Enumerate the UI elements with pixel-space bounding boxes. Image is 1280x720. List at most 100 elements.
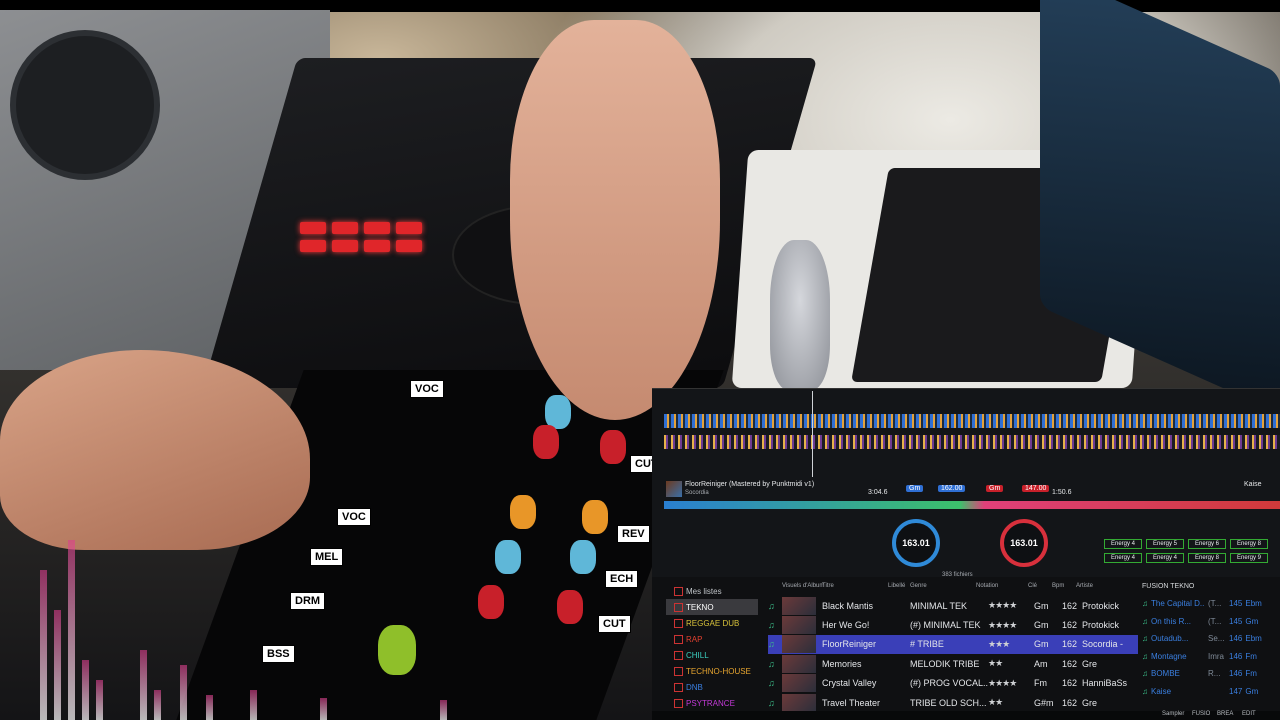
folder-item[interactable]: CHILL [666, 647, 758, 663]
track-artist: Socordia - [1082, 639, 1124, 650]
track-bpm: 162 [1062, 600, 1078, 611]
track-status-icon: ♫ [768, 600, 775, 611]
track-artist: Gre [1082, 658, 1098, 669]
track-row[interactable]: ♫ Travel Theater TRIBE OLD SCH... ★★ G#m 162 G… [768, 693, 1138, 712]
hotcue-button[interactable]: Energy 8 [1188, 553, 1226, 563]
track-genre: (#) MINIMAL TEK [910, 620, 981, 631]
col-bpm[interactable]: Bpm [1052, 583, 1064, 589]
side-track-row[interactable]: ♫ BOMBE R... 146 Fm [1142, 665, 1280, 683]
side-track-key: Fm [1245, 669, 1257, 679]
dj-software: FloorReiniger (Mastered by Punktmidi v1)… [652, 388, 1280, 720]
track-status-icon: ♫ [1142, 599, 1148, 609]
mixer-label-cut: CUT [598, 615, 631, 633]
folder-item[interactable]: RAP [666, 631, 758, 647]
track-row[interactable]: ♫ Crystal Valley (#) PROG VOCAL... ★★★★ Fm 16… [768, 674, 1138, 693]
track-bpm: 162 [1062, 678, 1078, 689]
folder-item[interactable]: TECHNO-HOUSE [666, 663, 758, 679]
hotcue-button[interactable]: Energy 8 [1230, 539, 1268, 549]
track-rating: ★★★ [988, 638, 1010, 649]
folder-icon [674, 618, 683, 628]
pad [396, 240, 422, 252]
tab-sampler[interactable]: Sampler [1162, 711, 1184, 717]
side-track-row[interactable]: ♫ On this R... (T... 145 Gm [1142, 613, 1280, 631]
folder-icon [674, 586, 683, 596]
track-title: Crystal Valley [822, 678, 877, 689]
side-track-row[interactable]: ♫ Montagne Imra 146 Fm [1142, 648, 1280, 666]
col-titre[interactable]: Titre [822, 583, 834, 589]
deck-a-cover [666, 481, 682, 497]
waveform-deck-a[interactable] [664, 414, 1280, 428]
red-knob [478, 585, 504, 619]
hotcue-button[interactable]: Energy 5 [1146, 539, 1184, 549]
side-track-bpm: 145 [1229, 616, 1243, 626]
track-artist: Protokick [1082, 600, 1120, 611]
album-art [782, 616, 816, 635]
track-status-icon: ♫ [768, 639, 775, 650]
side-track-bpm: 145 [1229, 599, 1243, 609]
side-track-row[interactable]: ♫ The Capital D... (T... 145 Ebm [1142, 595, 1280, 613]
tempo-strip[interactable] [664, 501, 1280, 509]
performance-pads [300, 222, 422, 252]
folder-label: REGGAE DUB [686, 618, 740, 628]
folder-item[interactable]: REGGAE DUB [666, 615, 758, 631]
track-status-icon: ♫ [1142, 616, 1148, 626]
track-rating: ★★★★ [988, 677, 1017, 688]
side-track-bpm: 146 [1229, 634, 1243, 644]
tree-header[interactable]: Mes listes [666, 583, 758, 599]
track-row[interactable]: ♫ Her We Go! (#) MINIMAL TEK ★★★★ Gm 162 Proto… [768, 615, 1138, 635]
side-track-title: The Capital D... [1151, 599, 1205, 609]
album-art [782, 635, 816, 654]
waveform-deck-b[interactable] [664, 435, 1280, 449]
red-knob [557, 590, 583, 624]
pad [364, 240, 390, 252]
col-artiste[interactable]: Artiste [1076, 583, 1093, 589]
track-status-icon: ♫ [768, 697, 775, 708]
track-artist: Gre [1082, 697, 1098, 708]
tab-fusion[interactable]: FUSIO [1192, 711, 1210, 717]
deck-a-title: FloorReiniger (Mastered by Punktmidi v1) [685, 481, 815, 488]
hamster-figurine [770, 240, 830, 390]
col-genre[interactable]: Genre [910, 583, 927, 589]
side-track-row[interactable]: ♫ Outadub... Se... 146 Ebm [1142, 630, 1280, 648]
hotcue-button[interactable]: Energy 6 [1188, 539, 1226, 549]
folder-icon [674, 650, 683, 660]
col-notation[interactable]: Notation [976, 583, 998, 589]
hotcue-button[interactable]: Energy 4 [1146, 553, 1184, 563]
folder-item[interactable]: DNB [666, 679, 758, 695]
col-libelle[interactable]: Libellé [888, 583, 905, 589]
col-visuel[interactable]: Visuels d'Album [782, 583, 824, 589]
track-key: G#m [1034, 697, 1054, 708]
track-title: FloorReiniger [822, 639, 877, 650]
deck-a-artist: Socordia [685, 490, 709, 496]
album-art [782, 654, 816, 673]
tab-edit[interactable]: EDIT [1242, 711, 1256, 717]
track-genre: TRIBE OLD SCH... [910, 697, 987, 708]
hotcue-button[interactable]: Energy 9 [1230, 553, 1268, 563]
pad [332, 222, 358, 234]
track-row[interactable]: ♫ Black Mantis MINIMAL TEK ★★★★ Gm 162 Protoki… [768, 596, 1138, 615]
col-cle[interactable]: Clé [1028, 583, 1037, 589]
folder-label: TEKNO [686, 602, 714, 612]
track-row[interactable]: ♫ FloorReiniger # TRIBE ★★★ Gm 162 Socordia - [768, 634, 1138, 655]
shirt-logo [10, 30, 160, 180]
folder-list: TEKNO REGGAE DUB RAP CHILL TECHNO-HOUSE DNB PS… [666, 599, 758, 711]
deck-a-jog-display[interactable]: 163.01 [892, 519, 940, 567]
track-genre: (#) PROG VOCAL... [910, 678, 988, 689]
pad [332, 240, 358, 252]
side-track-row[interactable]: ♫ Kaise 147 Gm [1142, 683, 1280, 701]
hotcue-button[interactable]: Energy 4 [1104, 539, 1142, 549]
folder-icon [674, 602, 683, 612]
track-title: Her We Go! [822, 620, 870, 631]
track-row[interactable]: ♫ Memories MELODIK TRIBE ★★ Am 162 Gre [768, 654, 1138, 673]
cyan-knob [495, 540, 521, 574]
folder-item[interactable]: TEKNO [666, 599, 758, 615]
bottom-tabs: Sampler FUSIO BREA EDIT [652, 711, 1280, 720]
deck-b-jog-display[interactable]: 163.01 [1000, 519, 1048, 567]
side-track-title: Outadub... [1151, 634, 1189, 644]
hotcue-button[interactable]: Energy 4 [1104, 553, 1142, 563]
folder-icon [674, 698, 683, 708]
track-rating: ★★★★ [988, 600, 1017, 611]
playhead [812, 391, 813, 477]
folder-item[interactable]: PSYTRANCE [666, 695, 758, 711]
tab-breaks[interactable]: BREA [1217, 711, 1233, 717]
